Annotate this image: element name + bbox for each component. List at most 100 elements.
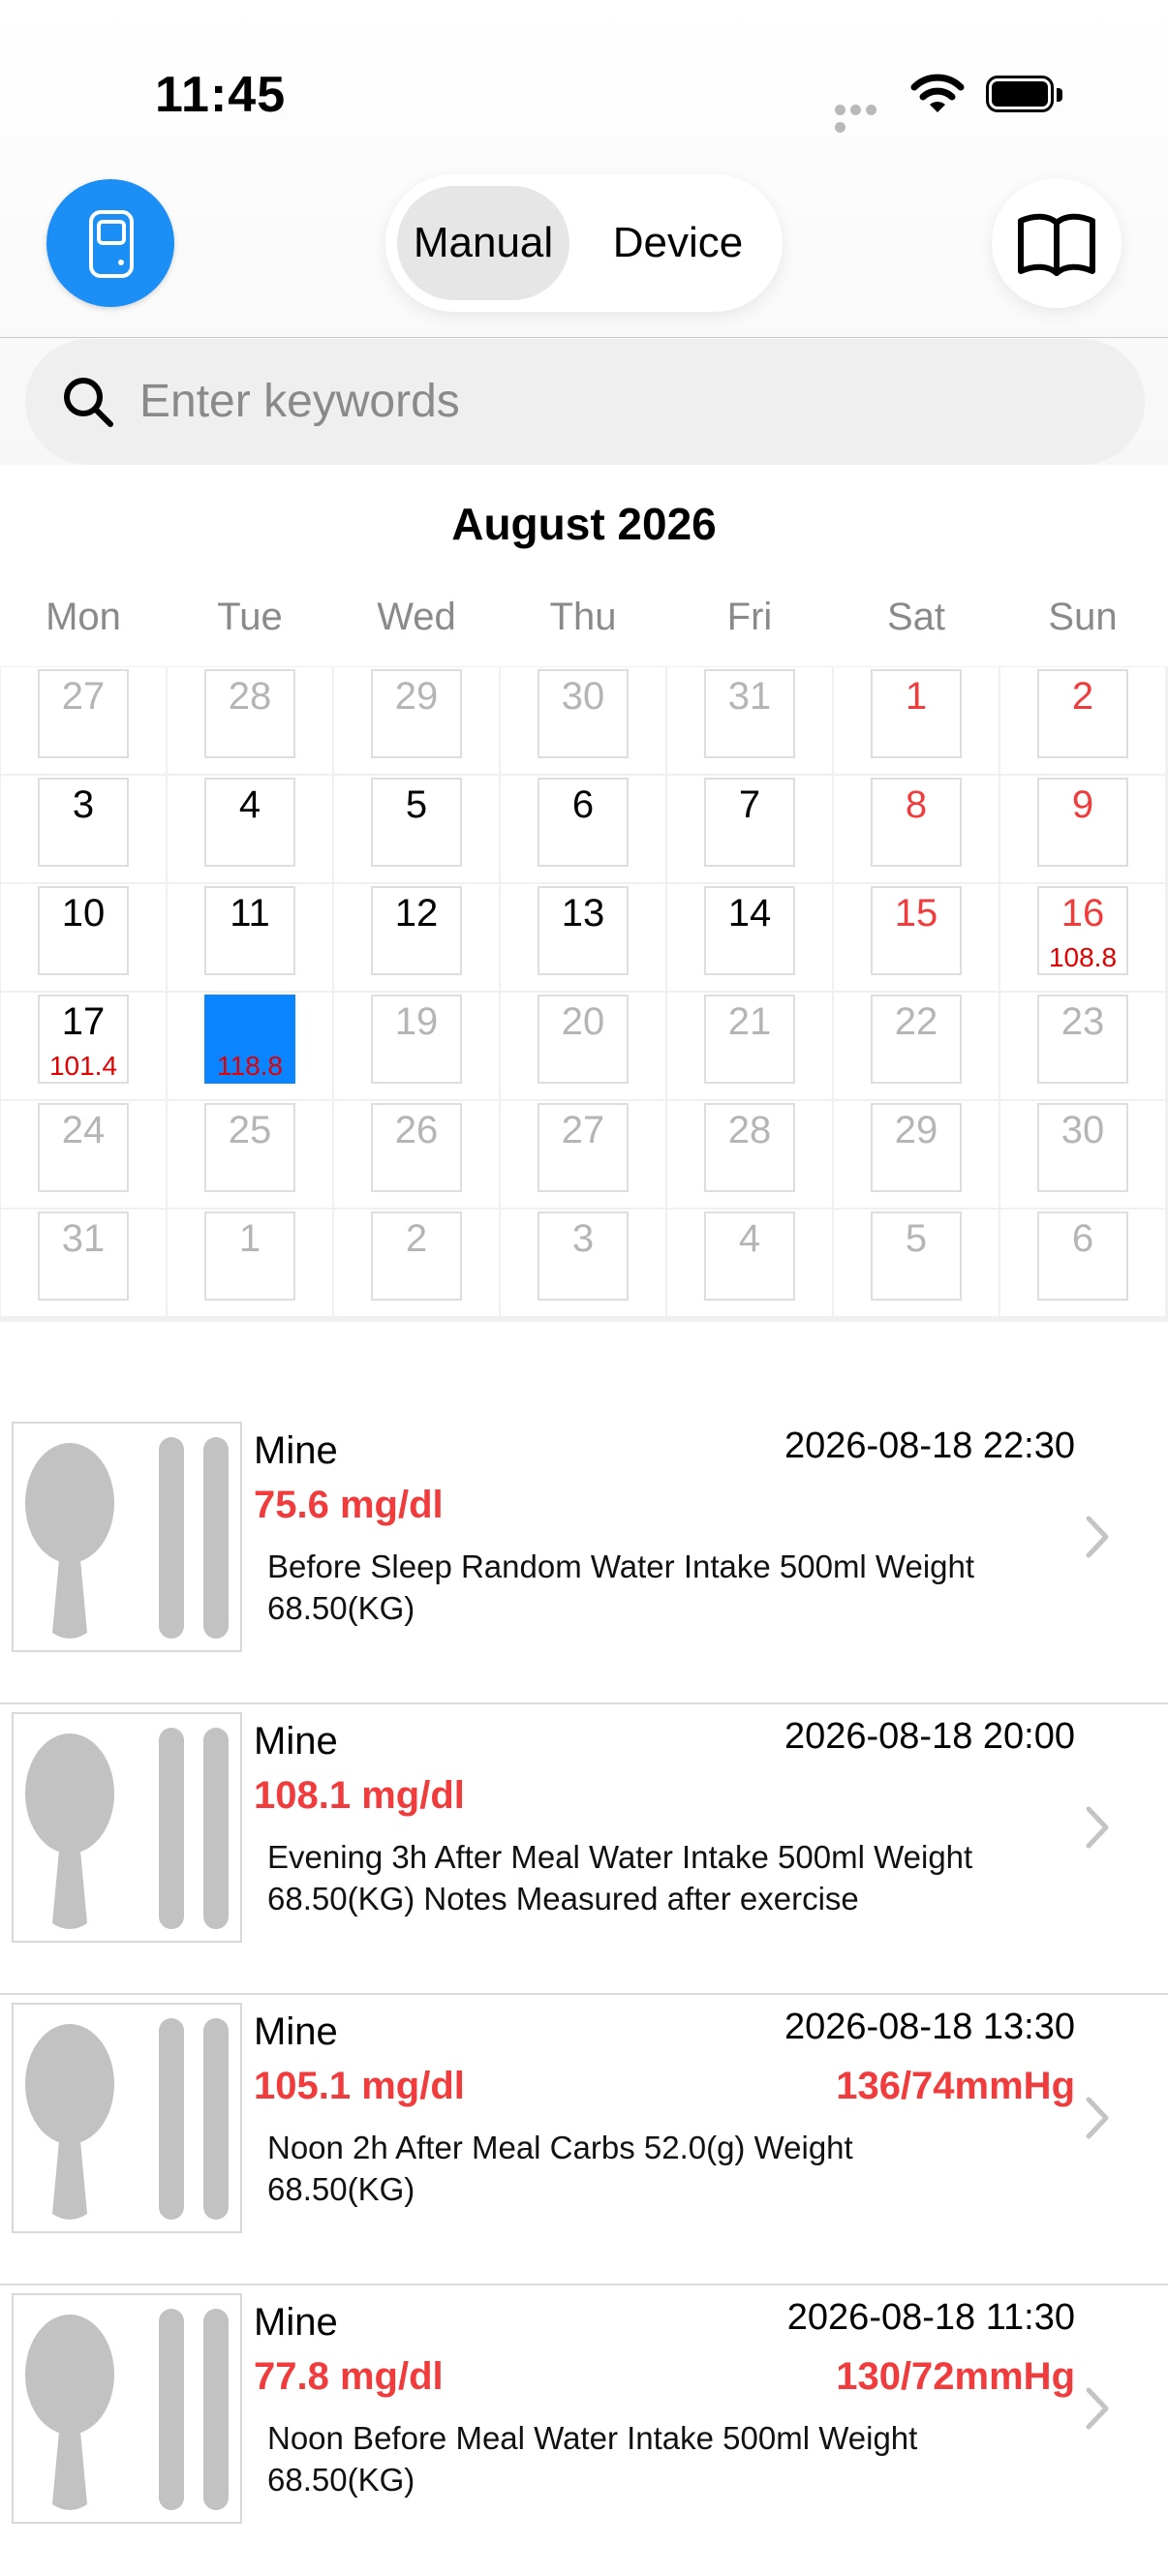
signal-dots-icon [835, 103, 895, 133]
record-list-item[interactable]: Mine 2026-08-18 20:00 108.1 mg/dl Evening 3… [0, 1706, 1168, 1995]
calendar-day-cell[interactable]: 4 [667, 1210, 832, 1316]
calendar-day-reading: 118.8 [217, 1051, 283, 1081]
calendar-day-cell[interactable]: 16 108.8 [1000, 884, 1165, 991]
calendar-day-cell[interactable]: 15 [834, 884, 999, 991]
calendar-day-number: 20 [561, 1000, 605, 1043]
calendar-day-number: 31 [727, 675, 772, 718]
tab-manual[interactable]: Manual [397, 186, 569, 300]
calendar-day-cell[interactable]: 29 [834, 1101, 999, 1208]
calendar-day-cell[interactable]: 30 [1000, 1101, 1165, 1208]
calendar-day-cell[interactable]: 2 [1000, 667, 1165, 774]
calendar-day-cell[interactable]: 7 [667, 776, 832, 882]
chevron-right-icon [1086, 1516, 1109, 1558]
glucometer-icon [89, 210, 134, 278]
calendar-day-cell[interactable]: 13 [501, 884, 665, 991]
record-user: Mine [254, 1720, 338, 1763]
calendar-day-number: 27 [61, 675, 106, 718]
calendar-day-cell[interactable]: 31 [1, 1210, 166, 1316]
calendar-day-number: 28 [228, 675, 272, 718]
calendar-day-cell[interactable]: 22 [834, 993, 999, 1099]
calendar-day-number: 3 [72, 783, 95, 826]
book-icon [1018, 213, 1095, 276]
battery-icon [986, 76, 1063, 114]
record-description: Noon Before Meal Water Intake 500ml Weig… [267, 2420, 918, 2498]
calendar-day-cell[interactable]: 3 [501, 1210, 665, 1316]
chevron-right-icon [1086, 1806, 1109, 1849]
record-glucose: 108.1 mg/dl [254, 1774, 465, 1817]
calendar-day-cell[interactable]: 26 [334, 1101, 499, 1208]
record-description: Evening 3h After Meal Water Intake 500ml… [267, 1839, 973, 1917]
calendar-day-number: 17 [61, 1000, 106, 1043]
calendar-day-cell[interactable]: 12 [334, 884, 499, 991]
record-list-item[interactable]: Mine 2026-08-18 11:30 77.8 mg/dl 130/72mmHg… [0, 2287, 1168, 2576]
calendar-day-cell[interactable]: 6 [1000, 1210, 1165, 1316]
record-list-item[interactable]: Mine 2026-08-18 22:30 75.6 mg/dl Before Sle… [0, 1416, 1168, 1704]
calendar-day-cell[interactable]: 28 [667, 1101, 832, 1208]
calendar-day-cell[interactable]: 24 [1, 1101, 166, 1208]
meal-thumbnail [12, 2003, 242, 2233]
cutlery-icon [25, 2309, 229, 2510]
record-datetime: 2026-08-18 13:30 [784, 2007, 1075, 2047]
tab-device[interactable]: Device [581, 186, 775, 300]
record-list-item[interactable]: Mine 2026-08-18 13:30 105.1 mg/dl 136/74mmH… [0, 1997, 1168, 2285]
calendar-day-cell[interactable]: 5 [834, 1210, 999, 1316]
calendar-grid: 27 28 29 30 31 1 2 3 4 5 6 7 8 9 10 11 12 13 14 15 16 108.8 17… [0, 666, 1168, 1322]
calendar-day-cell[interactable]: 14 [667, 884, 832, 991]
calendar-day-cell[interactable]: 20 [501, 993, 665, 1099]
calendar-day-cell[interactable]: 118.8 [168, 993, 332, 1099]
meal-thumbnail [12, 2293, 242, 2524]
calendar-day-number: 23 [1060, 1000, 1105, 1043]
calendar-day-reading: 101.4 [48, 1051, 118, 1081]
weekday-thu: Thu [549, 596, 617, 638]
calendar-day-cell[interactable]: 9 [1000, 776, 1165, 882]
calendar-day-number: 25 [228, 1109, 272, 1151]
calendar-day-number: 22 [894, 1000, 938, 1043]
calendar-day-cell[interactable]: 11 [168, 884, 332, 991]
glucometer-button[interactable] [46, 179, 174, 307]
meal-thumbnail [12, 1422, 242, 1652]
calendar-day-cell[interactable]: 10 [1, 884, 166, 991]
meal-thumbnail [12, 1712, 242, 1943]
calendar-day-cell[interactable]: 28 [168, 667, 332, 774]
calendar-day-cell[interactable]: 4 [168, 776, 332, 882]
calendar-day-number: 13 [561, 892, 605, 935]
calendar-day-cell[interactable]: 8 [834, 776, 999, 882]
calendar-day-cell[interactable]: 3 [1, 776, 166, 882]
weekday-tue: Tue [217, 596, 283, 638]
record-blood-pressure: 136/74mmHg [836, 2065, 1075, 2107]
calendar-day-cell[interactable]: 21 [667, 993, 832, 1099]
weekday-sat: Sat [886, 596, 946, 638]
calendar-day-number: 10 [61, 892, 106, 935]
calendar-day-cell[interactable]: 29 [334, 667, 499, 774]
calendar-day-cell[interactable]: 30 [501, 667, 665, 774]
calendar-day-cell[interactable]: 1 [834, 667, 999, 774]
calendar-day-number: 2 [405, 1217, 428, 1260]
calendar-day-cell[interactable]: 27 [501, 1101, 665, 1208]
calendar-day-cell[interactable]: 27 [1, 667, 166, 774]
calendar-day-cell[interactable]: 31 [667, 667, 832, 774]
record-description: Noon 2h After Meal Carbs 52.0(g) Weight … [267, 2130, 853, 2207]
calendar-day-cell[interactable]: 17 101.4 [1, 993, 166, 1099]
status-time: 11:45 [155, 67, 287, 123]
calendar-day-number: 11 [230, 892, 270, 935]
calendar-day-cell[interactable]: 5 [334, 776, 499, 882]
calendar-day-cell[interactable]: 19 [334, 993, 499, 1099]
calendar-day-number: 16 [1060, 892, 1105, 935]
calendar-day-number: 9 [1071, 783, 1094, 826]
calendar-day-cell[interactable]: 23 [1000, 993, 1165, 1099]
calendar-day-number: 28 [727, 1109, 772, 1151]
calendar-day-cell[interactable]: 1 [168, 1210, 332, 1316]
calendar-day-cell[interactable]: 25 [168, 1101, 332, 1208]
calendar-day-number: 4 [738, 1217, 761, 1260]
guide-book-button[interactable] [992, 178, 1122, 308]
record-blood-pressure: 130/72mmHg [836, 2355, 1075, 2398]
record-user: Mine [254, 1429, 338, 1472]
calendar-day-number: 29 [394, 675, 439, 718]
calendar-day-number: 1 [238, 1217, 261, 1260]
calendar-day-cell[interactable]: 2 [334, 1210, 499, 1316]
calendar-day-cell[interactable]: 6 [501, 776, 665, 882]
search-bar[interactable]: Enter keywords [25, 339, 1145, 465]
search-input[interactable]: Enter keywords [139, 339, 460, 465]
chevron-right-icon [1086, 2387, 1109, 2430]
calendar-day-number: 8 [905, 783, 928, 826]
